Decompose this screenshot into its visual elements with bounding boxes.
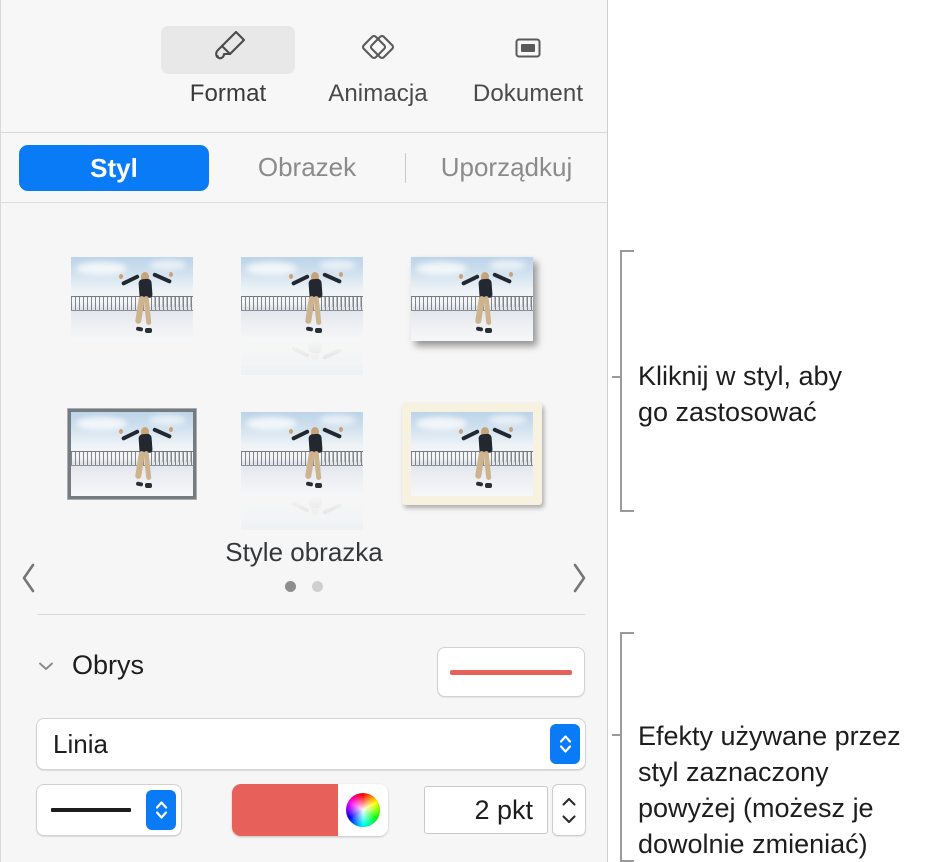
chevron-up-down-icon[interactable] (146, 790, 176, 830)
callout-bracket-obrys (612, 632, 634, 862)
style-preview-frame (71, 257, 193, 341)
style-preview-frame-selected (402, 403, 542, 505)
tab-styl[interactable]: Styl (19, 145, 209, 191)
inspector-toolbar: Format Animacja (1, 0, 607, 133)
style-thumbnail-1[interactable] (57, 239, 207, 359)
style-preview-reflection (241, 341, 363, 375)
style-picker-caption: Style obrazka (1, 537, 607, 568)
chevron-up-down-icon[interactable] (550, 724, 580, 764)
style-preview-frame (241, 412, 363, 496)
page-dot-1[interactable] (285, 581, 296, 592)
animation-diamonds-icon (356, 26, 400, 75)
tab-uporzadkuj[interactable]: Uporządkuj (406, 152, 597, 183)
style-preview-photo (241, 257, 363, 341)
style-thumbnail-6[interactable] (397, 394, 547, 514)
style-thumbnail-2[interactable] (227, 239, 377, 359)
obrys-dash-style-popup[interactable] (36, 784, 182, 836)
obrys-width-input[interactable]: 2 pkt (424, 786, 548, 834)
toolbar-item-animacja-label: Animacja (328, 80, 428, 108)
obrys-color-well[interactable] (232, 784, 388, 836)
solid-line-icon (51, 808, 131, 812)
style-preview-frame (68, 409, 196, 499)
obrys-style-popup[interactable]: Linia (36, 718, 586, 770)
toolbar-item-dokument[interactable]: Dokument (453, 0, 603, 108)
toolbar-item-animacja[interactable]: Animacja (303, 0, 453, 108)
callout-obrys-text: Efekty używane przez styl zaznaczony pow… (638, 718, 944, 862)
page-dot-2[interactable] (312, 581, 323, 592)
style-preview-photo (411, 412, 533, 496)
style-preview-photo (71, 257, 193, 341)
style-thumbnail-5[interactable] (227, 394, 377, 514)
document-icon (508, 28, 548, 73)
inspector-tab-bar: Styl Obrazek Uporządkuj (1, 133, 607, 203)
toolbar-item-format-label: Format (190, 80, 267, 108)
paintbrush-icon (206, 26, 250, 75)
stepper-up-icon[interactable] (560, 796, 578, 808)
style-preview-reflection (241, 496, 363, 530)
callout-style-picker-text: Kliknij w styl, aby go zastosować (638, 358, 938, 430)
color-wheel-icon (346, 793, 380, 827)
toolbar-item-format[interactable]: Format (153, 0, 303, 108)
obrys-style-value: Linia (53, 729, 108, 760)
style-thumbnail-4[interactable] (57, 394, 207, 514)
style-thumbnail-grid (57, 239, 547, 529)
dokument-icon-background (461, 26, 595, 74)
stepper-down-icon[interactable] (560, 813, 578, 825)
obrys-color-wheel-button[interactable] (338, 784, 388, 836)
animacja-icon-background (311, 26, 445, 74)
style-preview-photo (411, 257, 533, 341)
obrys-color-swatch[interactable] (232, 784, 338, 836)
tab-obrazek[interactable]: Obrazek (209, 152, 405, 183)
image-style-picker: Style obrazka (1, 203, 607, 603)
obrys-line-preview-button[interactable] (437, 647, 585, 697)
style-page-dots (1, 581, 607, 592)
style-preview-frame (411, 257, 533, 341)
style-preview-photo (71, 412, 193, 496)
style-preview-frame (241, 257, 363, 341)
style-thumbnail-3[interactable] (397, 239, 547, 359)
obrys-section-header[interactable]: Obrys (36, 650, 144, 681)
obrys-title: Obrys (72, 650, 144, 681)
callout-bracket-style-picker (612, 250, 634, 512)
section-divider (37, 614, 585, 615)
format-icon-background (161, 26, 295, 74)
chevron-down-icon[interactable] (36, 656, 56, 676)
style-thumbnail-row (57, 239, 547, 359)
format-inspector-panel: Format Animacja (0, 0, 608, 862)
obrys-width-stepper[interactable] (552, 784, 586, 836)
toolbar-item-dokument-label: Dokument (473, 80, 583, 108)
style-preview-photo (241, 412, 363, 496)
obrys-line-preview-stroke (450, 670, 572, 675)
style-thumbnail-row (57, 394, 547, 514)
